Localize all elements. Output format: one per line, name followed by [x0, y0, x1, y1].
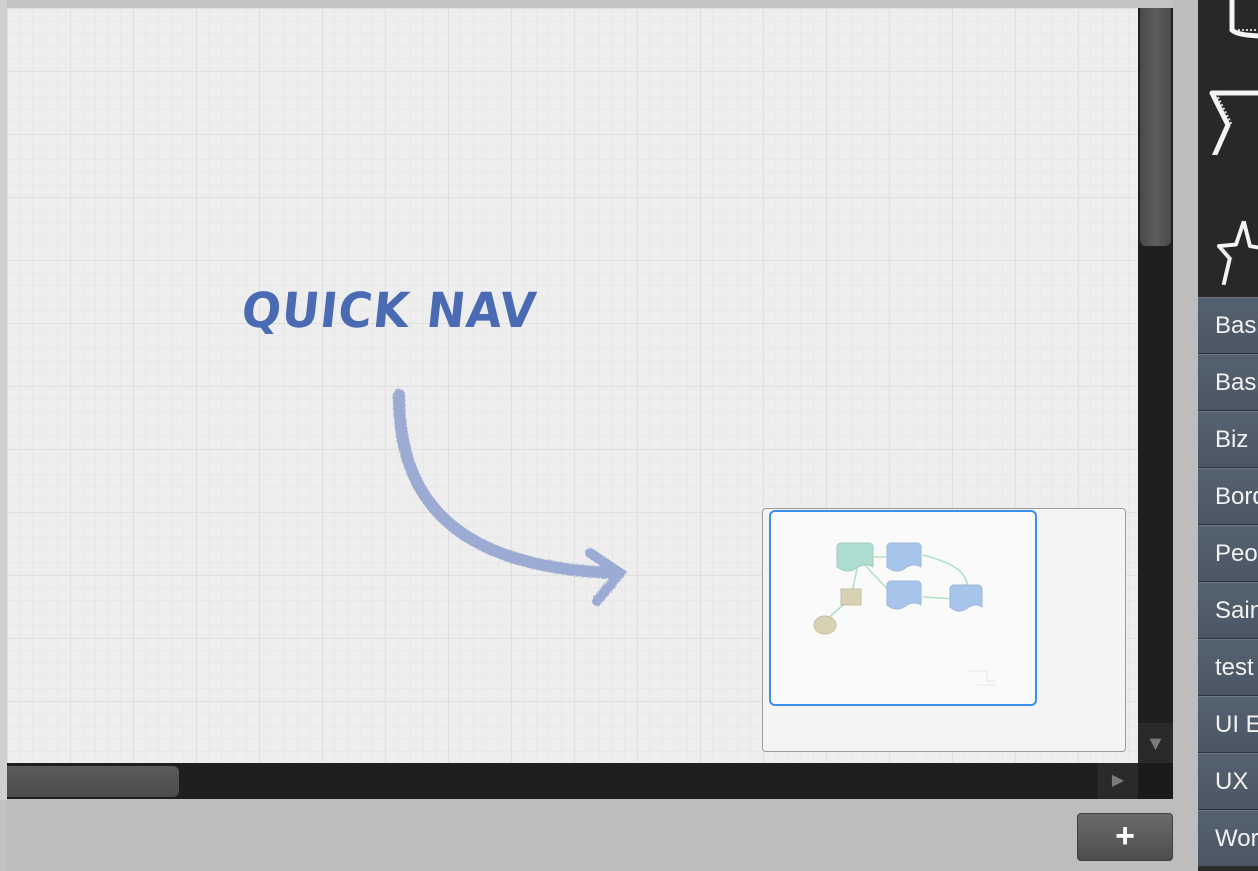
category-people[interactable]: People [1198, 525, 1258, 582]
horizontal-scrollbar[interactable]: ▶ [7, 763, 1138, 799]
category-basic[interactable]: Basic [1198, 297, 1258, 354]
drawing-canvas[interactable]: QUICK NAV [7, 8, 1138, 763]
category-work[interactable]: Work [1198, 810, 1258, 867]
bottom-toolbar [7, 799, 1173, 871]
star-shape-icon[interactable] [1206, 215, 1258, 285]
category-ui-elements[interactable]: UI Elements [1198, 696, 1258, 753]
quick-nav-annotation: QUICK NAV [239, 281, 540, 339]
flag-shape-icon[interactable] [1206, 85, 1258, 155]
category-borders[interactable]: Borders [1198, 468, 1258, 525]
window-edge [0, 0, 7, 800]
horizontal-scroll-thumb[interactable] [7, 766, 179, 797]
scrollbar-corner [1138, 763, 1173, 799]
app-window: QUICK NAV ▼ ▶ + Bas Bas Biz Bor Peo Sai … [0, 0, 1258, 871]
category-basic-2[interactable]: Basic [1198, 354, 1258, 411]
panel-divider [1173, 0, 1198, 871]
shape-category-list: Basic Basic Biz Borders People Saints te… [1198, 297, 1258, 867]
vertical-scrollbar[interactable]: ▼ [1138, 8, 1173, 763]
shape-preview-strip [1198, 0, 1258, 297]
add-button[interactable]: + [1077, 813, 1173, 861]
scroll-down-arrow-icon[interactable]: ▼ [1138, 723, 1173, 763]
vertical-scroll-thumb[interactable] [1140, 8, 1171, 246]
shape-library-panel: Basic Basic Biz Borders People Saints te… [1198, 0, 1258, 871]
curved-arrow-icon [393, 389, 628, 606]
category-saints[interactable]: Saints [1198, 582, 1258, 639]
navigator-minimap[interactable] [762, 508, 1126, 752]
minimap-viewport-frame[interactable] [769, 510, 1037, 706]
category-ux[interactable]: UX [1198, 753, 1258, 810]
scroll-right-arrow-icon[interactable]: ▶ [1098, 763, 1138, 799]
category-biz[interactable]: Biz [1198, 411, 1258, 468]
rectangle-shape-icon[interactable] [1206, 0, 1258, 70]
category-test[interactable]: test [1198, 639, 1258, 696]
